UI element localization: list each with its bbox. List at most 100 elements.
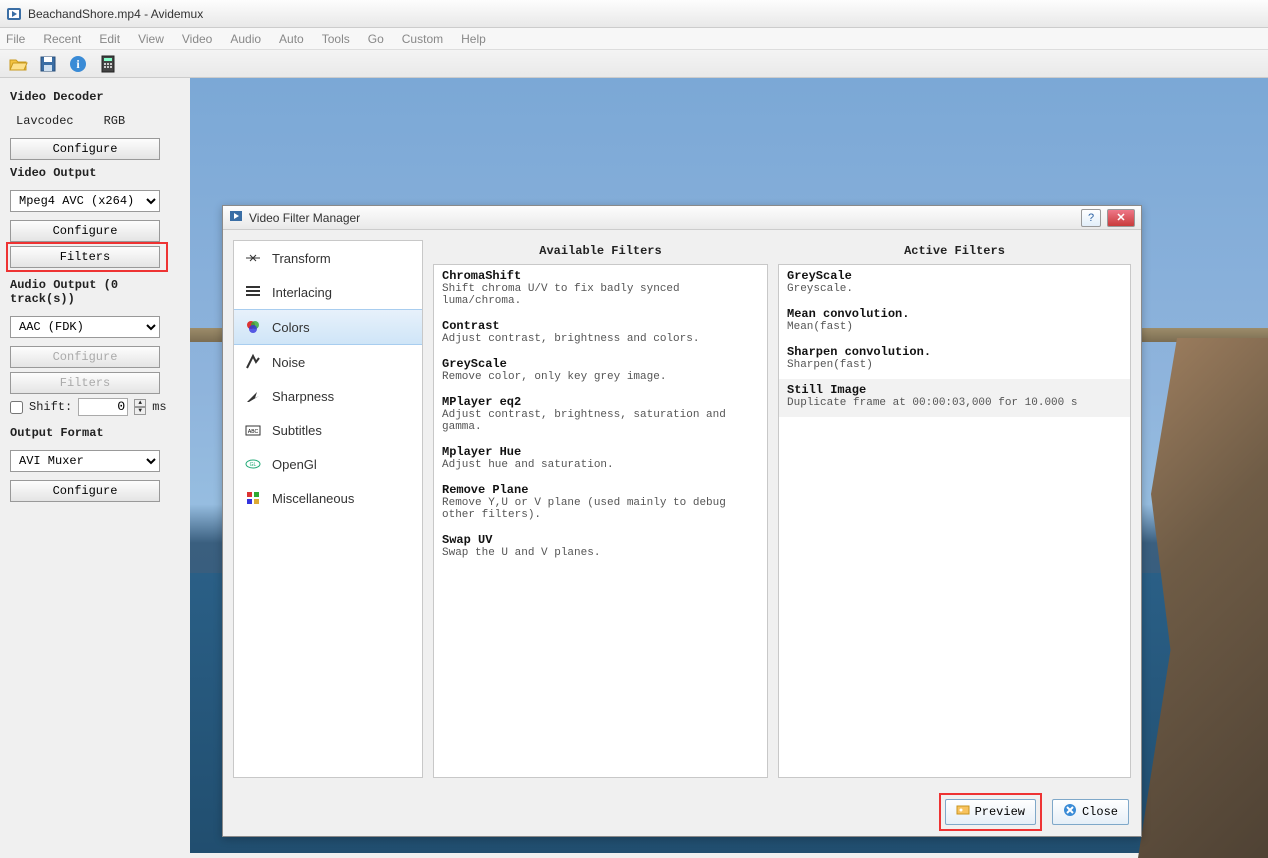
category-noise[interactable]: Noise bbox=[234, 345, 422, 379]
video-output-filters-button[interactable]: Filters bbox=[10, 246, 160, 268]
audio-output-filters-button[interactable]: Filters bbox=[10, 372, 160, 394]
svg-text:GL: GL bbox=[250, 462, 257, 468]
colors-icon bbox=[244, 318, 262, 336]
close-icon bbox=[1063, 803, 1077, 821]
menubar: File Recent Edit View Video Audio Auto T… bbox=[0, 28, 1268, 50]
toolbar: i bbox=[0, 50, 1268, 78]
category-label: OpenGl bbox=[272, 457, 317, 472]
filter-desc: Shift chroma U/V to fix badly synced lum… bbox=[442, 283, 759, 307]
category-label: Subtitles bbox=[272, 423, 322, 438]
save-icon[interactable] bbox=[36, 52, 60, 76]
active-filter-item[interactable]: Sharpen convolution.Sharpen(fast) bbox=[779, 341, 1130, 379]
menu-file[interactable]: File bbox=[6, 32, 25, 46]
available-filter-item[interactable]: Remove PlaneRemove Y,U or V plane (used … bbox=[434, 479, 767, 529]
shift-label: Shift: bbox=[29, 400, 72, 414]
menu-auto[interactable]: Auto bbox=[279, 32, 304, 46]
svg-text:ABC: ABC bbox=[248, 429, 259, 435]
filter-name: ChromaShift bbox=[442, 269, 759, 283]
preview-label: Preview bbox=[975, 805, 1025, 819]
menu-help[interactable]: Help bbox=[461, 32, 486, 46]
available-filter-item[interactable]: GreyScaleRemove color, only key grey ima… bbox=[434, 353, 767, 391]
available-filter-item[interactable]: ContrastAdjust contrast, brightness and … bbox=[434, 315, 767, 353]
category-colors[interactable]: Colors bbox=[234, 309, 422, 345]
filter-name: Still Image bbox=[787, 383, 1122, 397]
audio-output-configure-button[interactable]: Configure bbox=[10, 346, 160, 368]
preview-button[interactable]: Preview bbox=[945, 799, 1036, 825]
active-filter-item[interactable]: GreyScaleGreyscale. bbox=[779, 265, 1130, 303]
active-filter-item[interactable]: Mean convolution.Mean(fast) bbox=[779, 303, 1130, 341]
filter-name: Mean convolution. bbox=[787, 307, 1122, 321]
dialog-close-button[interactable]: ✕ bbox=[1107, 209, 1135, 227]
shift-unit: ms bbox=[152, 400, 166, 414]
audio-output-select[interactable]: AAC (FDK) bbox=[10, 316, 160, 338]
shift-value[interactable] bbox=[78, 398, 128, 416]
info-icon[interactable]: i bbox=[66, 52, 90, 76]
subtitles-icon: ABC bbox=[244, 421, 262, 439]
sharpness-icon bbox=[244, 387, 262, 405]
shift-checkbox[interactable] bbox=[10, 401, 23, 414]
available-filter-item[interactable]: Mplayer HueAdjust hue and saturation. bbox=[434, 441, 767, 479]
dialog-titlebar[interactable]: Video Filter Manager ? ✕ bbox=[223, 206, 1141, 230]
menu-edit[interactable]: Edit bbox=[99, 32, 120, 46]
category-list: Transform Interlacing Colors Noise Sharpness… bbox=[233, 240, 423, 778]
available-filters-title: Available Filters bbox=[433, 240, 768, 264]
output-format-select[interactable]: AVI Muxer bbox=[10, 450, 160, 472]
menu-video[interactable]: Video bbox=[182, 32, 212, 46]
titlebar: BeachandShore.mp4 - Avidemux bbox=[0, 0, 1268, 28]
category-transform[interactable]: Transform bbox=[234, 241, 422, 275]
category-subtitles[interactable]: ABC Subtitles bbox=[234, 413, 422, 447]
available-filter-item[interactable]: Swap UVSwap the U and V planes. bbox=[434, 529, 767, 567]
filter-desc: Adjust contrast, brightness and colors. bbox=[442, 333, 759, 345]
category-label: Sharpness bbox=[272, 389, 334, 404]
category-miscellaneous[interactable]: Miscellaneous bbox=[234, 481, 422, 515]
menu-tools[interactable]: Tools bbox=[322, 32, 350, 46]
menu-view[interactable]: View bbox=[138, 32, 164, 46]
output-format-title: Output Format bbox=[10, 426, 180, 440]
menu-go[interactable]: Go bbox=[368, 32, 384, 46]
filter-desc: Remove color, only key grey image. bbox=[442, 371, 759, 383]
transform-icon bbox=[244, 249, 262, 267]
open-icon[interactable] bbox=[6, 52, 30, 76]
decoder-title: Video Decoder bbox=[10, 90, 180, 104]
filter-name: GreyScale bbox=[442, 357, 759, 371]
filter-desc: Duplicate frame at 00:00:03,000 for 10.0… bbox=[787, 397, 1122, 409]
filter-name: Swap UV bbox=[442, 533, 759, 547]
interlacing-icon bbox=[244, 283, 262, 301]
menu-recent[interactable]: Recent bbox=[43, 32, 81, 46]
active-filter-item[interactable]: Still ImageDuplicate frame at 00:00:03,0… bbox=[779, 379, 1130, 417]
video-output-configure-button[interactable]: Configure bbox=[10, 220, 160, 242]
close-button[interactable]: Close bbox=[1052, 799, 1129, 825]
calculator-icon[interactable] bbox=[96, 52, 120, 76]
app-icon bbox=[6, 6, 22, 22]
help-button[interactable]: ? bbox=[1081, 209, 1101, 227]
category-sharpness[interactable]: Sharpness bbox=[234, 379, 422, 413]
video-output-select[interactable]: Mpeg4 AVC (x264) bbox=[10, 190, 160, 212]
decoder-configure-button[interactable]: Configure bbox=[10, 138, 160, 160]
output-format-configure-button[interactable]: Configure bbox=[10, 480, 160, 502]
menu-custom[interactable]: Custom bbox=[402, 32, 443, 46]
category-opengl[interactable]: GL OpenGl bbox=[234, 447, 422, 481]
sidebar: Video Decoder Lavcodec RGB Configure Vid… bbox=[0, 78, 190, 853]
filter-name: GreyScale bbox=[787, 269, 1122, 283]
filter-desc: Greyscale. bbox=[787, 283, 1122, 295]
filter-desc: Swap the U and V planes. bbox=[442, 547, 759, 559]
available-filter-item[interactable]: MPlayer eq2Adjust contrast, brightness, … bbox=[434, 391, 767, 441]
decoder-codec: Lavcodec bbox=[16, 114, 74, 128]
filter-desc: Adjust hue and saturation. bbox=[442, 459, 759, 471]
filter-desc: Remove Y,U or V plane (used mainly to de… bbox=[442, 497, 759, 521]
filter-name: MPlayer eq2 bbox=[442, 395, 759, 409]
filter-name: Mplayer Hue bbox=[442, 445, 759, 459]
category-label: Colors bbox=[272, 320, 310, 335]
category-interlacing[interactable]: Interlacing bbox=[234, 275, 422, 309]
category-label: Noise bbox=[272, 355, 305, 370]
available-filter-item[interactable]: ChromaShiftShift chroma U/V to fix badly… bbox=[434, 265, 767, 315]
video-filter-manager-dialog: Video Filter Manager ? ✕ Transform Interl… bbox=[222, 205, 1142, 837]
filter-name: Remove Plane bbox=[442, 483, 759, 497]
shift-spinner[interactable]: ▲▼ bbox=[134, 399, 146, 415]
dialog-icon bbox=[229, 209, 243, 226]
menu-audio[interactable]: Audio bbox=[230, 32, 261, 46]
filter-desc: Adjust contrast, brightness, saturation … bbox=[442, 409, 759, 433]
category-label: Interlacing bbox=[272, 285, 332, 300]
available-filters-list: ChromaShiftShift chroma U/V to fix badly… bbox=[433, 264, 768, 778]
filter-desc: Mean(fast) bbox=[787, 321, 1122, 333]
